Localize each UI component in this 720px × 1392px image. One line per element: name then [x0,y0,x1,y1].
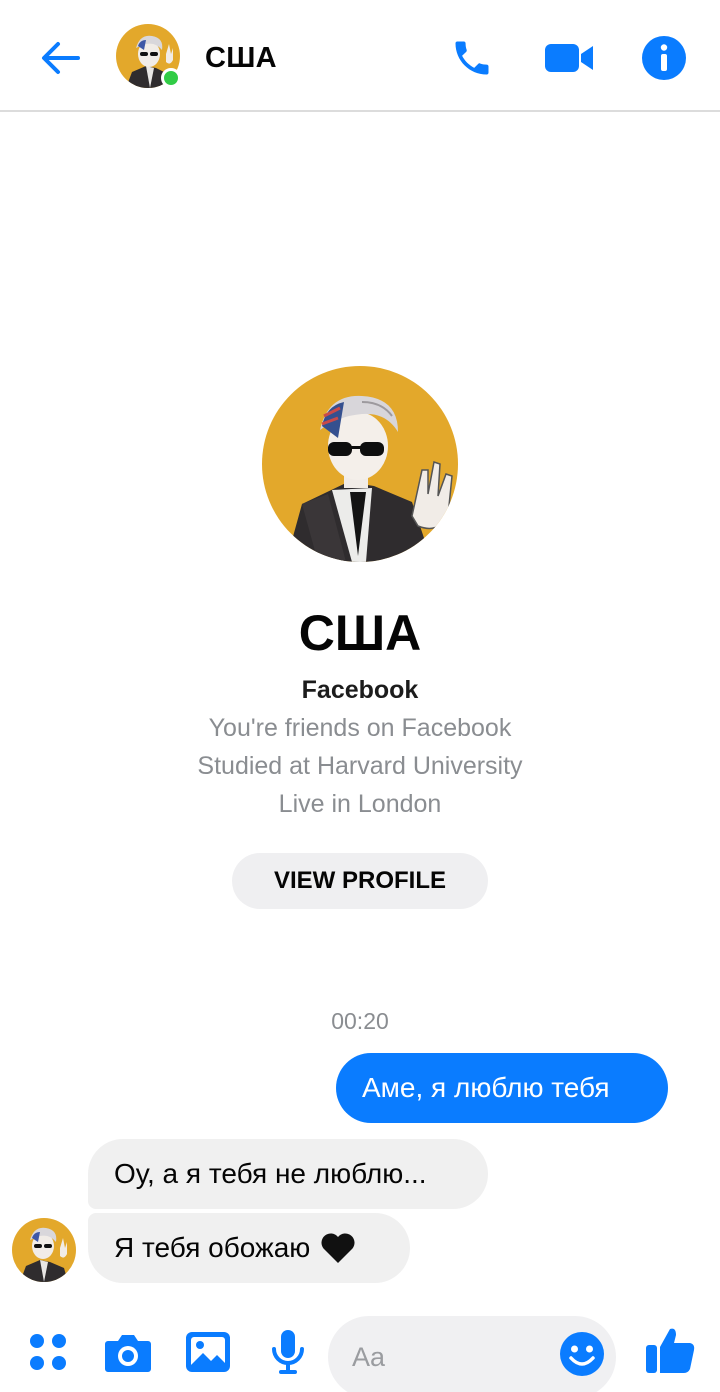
profile-platform: Facebook [301,676,419,704]
like-button[interactable] [644,1324,696,1376]
video-call-button[interactable] [541,30,597,86]
profile-name: США [298,605,422,661]
thumbs-up-icon [646,1328,695,1373]
message-text: Оу, а я тебя не люблю... [114,1158,427,1189]
message-text: Я тебя обожаю [114,1232,311,1263]
emoji-button[interactable] [556,1328,608,1380]
phone-icon [455,41,489,75]
incoming-message[interactable]: Оу, а я тебя не люблю... [88,1139,488,1209]
voice-call-button[interactable] [444,30,500,86]
camera-icon [105,1335,151,1372]
apps-icon [30,1334,66,1370]
microphone-icon [272,1330,304,1374]
message-timestamp: 00:20 [331,1008,389,1034]
arrow-left-icon [42,42,80,74]
sender-avatar[interactable] [12,1218,76,1282]
more-actions-button[interactable] [22,1326,74,1378]
view-profile-button[interactable]: VIEW PROFILE [232,853,488,909]
image-icon [186,1332,230,1372]
profile-detail-location: Live in London [278,790,442,818]
back-button[interactable] [34,32,86,84]
profile-detail-education: Studied at Harvard University [197,752,523,780]
black-heart-icon [321,1233,355,1263]
conversation-info-button[interactable] [636,30,692,86]
conversation-header: США [0,0,720,112]
video-camera-icon [545,44,593,72]
message-composer [0,1310,720,1392]
profile-avatar[interactable] [262,366,458,562]
online-status-indicator [161,68,181,88]
gallery-button[interactable] [182,1326,234,1378]
camera-button[interactable] [102,1326,154,1378]
conversation-title[interactable]: США [205,42,277,75]
emoji-icon [560,1332,604,1376]
profile-detail-friends: You're friends on Facebook [208,714,512,742]
message-text: Аме, я люблю тебя [362,1072,610,1103]
incoming-message[interactable]: Я тебя обожаю [88,1213,410,1283]
voice-message-button[interactable] [262,1326,314,1378]
outgoing-message[interactable]: Аме, я люблю тебя [336,1053,668,1123]
info-icon [642,36,686,80]
